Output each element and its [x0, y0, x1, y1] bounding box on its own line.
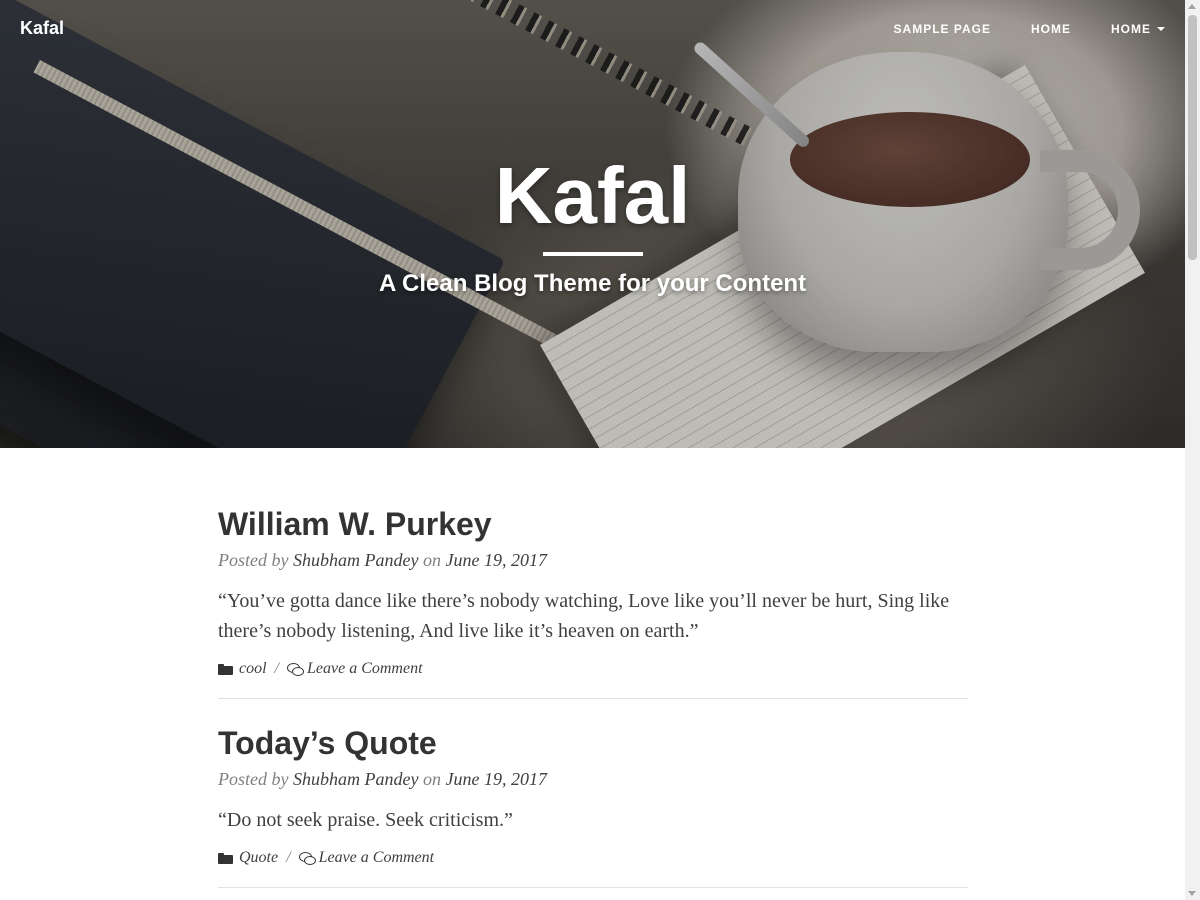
post-meta-on: on [422, 769, 441, 789]
post-footer: Quote / Leave a Comment [218, 849, 968, 867]
comments-icon [287, 663, 304, 676]
post-meta: Posted by Shubham Pandey on June 19, 201… [218, 548, 968, 572]
post-meta-on: on [422, 550, 441, 570]
footer-separator: / [274, 660, 279, 677]
post-item: Today’s Quote Posted by Shubham Pandey o… [218, 719, 968, 888]
nav-menu: SAMPLE PAGE HOME HOME [854, 22, 1165, 36]
post-author-link[interactable]: Shubham Pandey [293, 769, 418, 789]
nav-link-home-dropdown[interactable]: HOME [1111, 22, 1165, 36]
comments-icon [298, 852, 316, 865]
folder-open-icon [218, 663, 233, 675]
post-footer: cool / Leave a Comment [218, 660, 968, 678]
folder-open-icon [218, 852, 233, 864]
nav-link-label: HOME [1031, 22, 1071, 36]
heading-divider [542, 252, 643, 256]
vertical-scrollbar[interactable] [1185, 0, 1200, 900]
post-meta: Posted by Shubham Pandey on June 19, 201… [218, 767, 968, 791]
footer-separator: / [286, 849, 291, 866]
post-excerpt: “Do not seek praise. Seek criticism.” [218, 809, 513, 831]
nav-link-label: SAMPLE PAGE [893, 22, 991, 36]
navbar-brand[interactable]: Kafal [20, 18, 64, 39]
site-heading: Kafal A Clean Blog Theme for your Conten… [0, 150, 1185, 298]
post-meta-prefix: Posted by [218, 769, 289, 789]
post-category-link[interactable]: Quote [239, 849, 278, 867]
site-subtitle: A Clean Blog Theme for your Content [378, 270, 807, 297]
post-date-link[interactable]: June 19, 2017 [445, 550, 546, 570]
post-title-link[interactable]: Today’s Quote [218, 719, 968, 767]
post-date-link[interactable]: June 19, 2017 [445, 769, 546, 789]
scroll-up-arrow-icon[interactable] [1188, 4, 1196, 9]
post-meta-prefix: Posted by [218, 550, 289, 570]
post-list: William W. Purkey Posted by Shubham Pand… [218, 500, 968, 900]
leave-comment-link[interactable]: Leave a Comment [319, 849, 435, 867]
site-title: Kafal [494, 151, 691, 240]
post-excerpt: “You’ve gotta dance like there’s nobody … [218, 590, 950, 642]
nav-link-sample-page[interactable]: SAMPLE PAGE [894, 22, 991, 36]
top-navbar: Kafal SAMPLE PAGE HOME HOME [0, 0, 1185, 60]
post-author-link[interactable]: Shubham Pandey [293, 550, 418, 570]
scroll-down-arrow-icon[interactable] [1188, 891, 1196, 896]
nav-link-label: HOME [1111, 22, 1151, 36]
post-item: William W. Purkey Posted by Shubham Pand… [218, 500, 968, 699]
caret-down-icon [1157, 27, 1165, 31]
leave-comment-link[interactable]: Leave a Comment [307, 660, 423, 678]
nav-link-home[interactable]: HOME [1031, 22, 1071, 36]
post-category-link[interactable]: cool [239, 660, 267, 678]
scrollbar-thumb[interactable] [1188, 15, 1197, 260]
post-title-link[interactable]: William W. Purkey [218, 500, 968, 548]
